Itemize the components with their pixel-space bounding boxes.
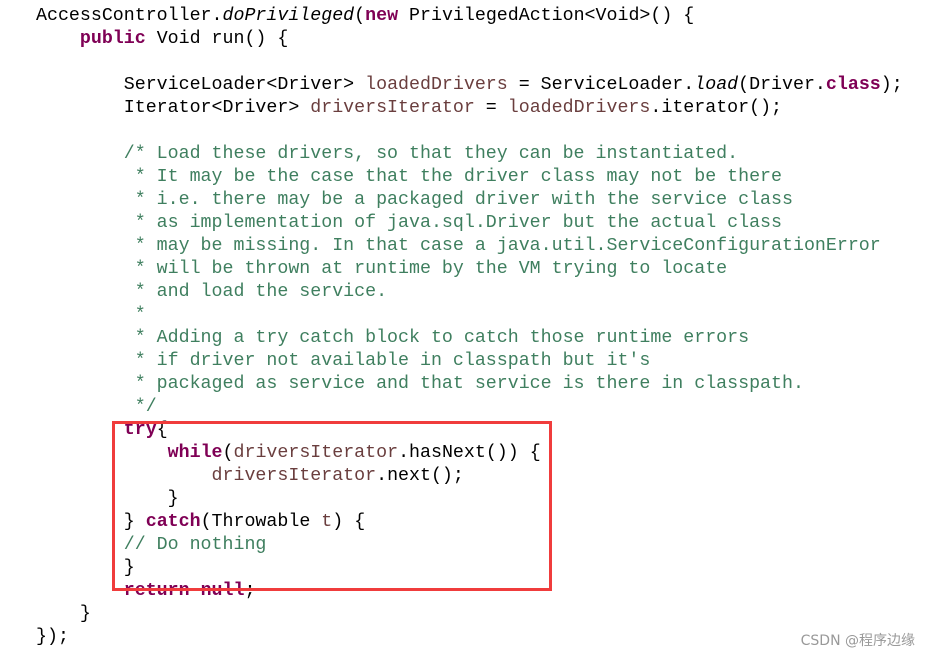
code-text: AccessController. — [36, 6, 223, 26]
comment: * packaged as service and that service i… — [36, 374, 804, 394]
keyword: public — [79, 29, 146, 49]
code-text: Iterator<Driver> — [36, 98, 311, 118]
code-text: ServiceLoader<Driver> — [36, 75, 366, 95]
code-line: */ — [36, 396, 903, 419]
code-text: ); — [880, 75, 903, 95]
code-text: .iterator(); — [650, 98, 783, 118]
variable: driversIterator — [310, 98, 475, 118]
code-line: } — [36, 603, 903, 626]
code-text: Void run() { — [145, 29, 289, 49]
code-line: * packaged as service and that service i… — [36, 373, 903, 396]
code-line: ServiceLoader<Driver> loadedDrivers = Se… — [36, 74, 903, 97]
highlight-box-try-catch — [112, 421, 552, 591]
code-line: * will be thrown at runtime by the VM tr… — [36, 258, 903, 281]
code-line: * if driver not available in classpath b… — [36, 350, 903, 373]
code-line: * It may be the case that the driver cla… — [36, 166, 903, 189]
comment: * if driver not available in classpath b… — [36, 351, 651, 371]
code-text: } — [36, 604, 91, 624]
comment: * as implementation of java.sql.Driver b… — [36, 213, 782, 233]
code-text: = ServiceLoader. — [507, 75, 695, 95]
comment: * i.e. there may be a packaged driver wi… — [36, 190, 793, 210]
code-line: * may be missing. In that case a java.ut… — [36, 235, 903, 258]
watermark: CSDN @程序边缘 — [800, 633, 915, 649]
code-line: }); — [36, 626, 903, 649]
keyword: class — [825, 75, 881, 95]
keyword: new — [365, 6, 399, 26]
code-line: AccessController.doPrivileged(new Privil… — [36, 5, 903, 28]
code-line: * — [36, 304, 903, 327]
comment: /* Load these drivers, so that they can … — [36, 144, 739, 164]
comment: * and load the service. — [36, 282, 388, 302]
comment: * will be thrown at runtime by the VM tr… — [36, 259, 728, 279]
comment: * It may be the case that the driver cla… — [36, 167, 782, 187]
method-name: doPrivileged — [222, 6, 355, 26]
code-line: * i.e. there may be a packaged driver wi… — [36, 189, 903, 212]
comment: * may be missing. In that case a java.ut… — [36, 236, 881, 256]
variable: loadedDrivers — [507, 98, 651, 118]
code-text: = — [474, 98, 508, 118]
code-line: * and load the service. — [36, 281, 903, 304]
comment: * — [36, 305, 146, 325]
code-text: PrivilegedAction<Void>() { — [398, 6, 695, 26]
comment: */ — [36, 397, 157, 417]
code-line: public Void run() { — [36, 28, 903, 51]
code-text: }); — [36, 627, 69, 647]
code-text: (Driver. — [738, 75, 826, 95]
code-line: * as implementation of java.sql.Driver b… — [36, 212, 903, 235]
variable: loadedDrivers — [365, 75, 508, 95]
code-line: Iterator<Driver> driversIterator = loade… — [36, 97, 903, 120]
code-text: ( — [354, 6, 366, 26]
code-line: * Adding a try catch block to catch thos… — [36, 327, 903, 350]
method-name: load — [694, 75, 739, 95]
comment: * Adding a try catch block to catch thos… — [36, 328, 750, 348]
code-line: /* Load these drivers, so that they can … — [36, 143, 903, 166]
